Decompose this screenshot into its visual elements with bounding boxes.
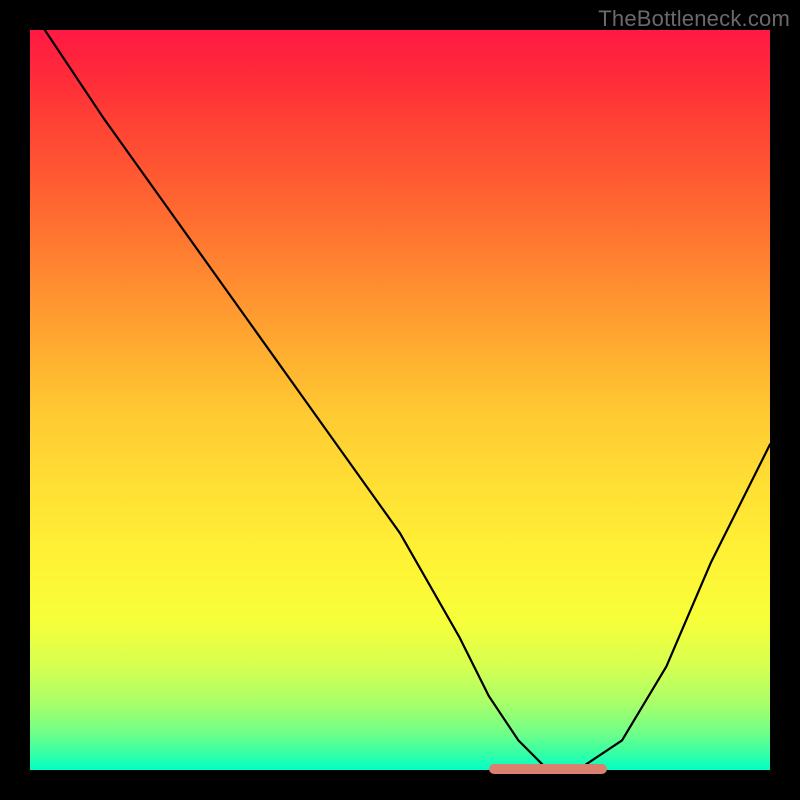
optimal-region-marker [489, 764, 607, 774]
chart-container: TheBottleneck.com [0, 0, 800, 800]
watermark-text: TheBottleneck.com [598, 6, 790, 32]
bottleneck-curve [30, 30, 770, 770]
plot-area [30, 30, 770, 770]
curve-path [45, 30, 770, 770]
